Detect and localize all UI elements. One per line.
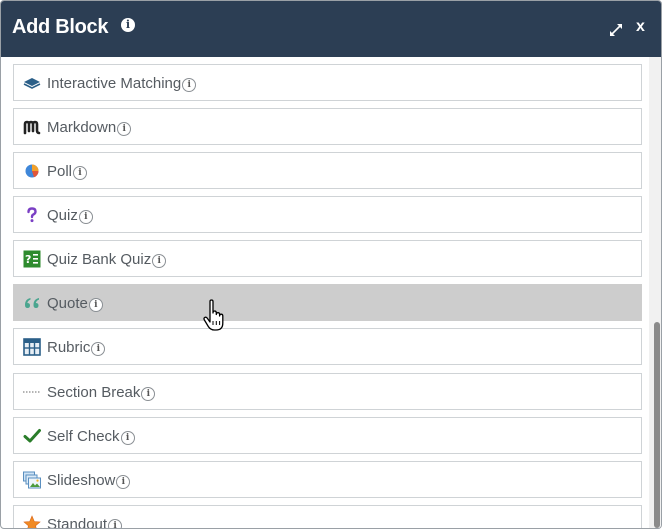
info-icon[interactable]: i	[120, 431, 135, 445]
dialog-title: Add Block	[12, 16, 109, 38]
dotted-line-icon	[23, 383, 41, 401]
pie-chart-icon	[23, 162, 41, 180]
quiz-bank-icon: ?	[23, 250, 41, 268]
info-icon[interactable]: i	[73, 166, 88, 180]
quote-marks-icon	[23, 294, 41, 312]
block-item-poll[interactable]: Poll i	[13, 152, 642, 189]
info-icon[interactable]: i	[91, 342, 106, 356]
block-label: Poll	[47, 163, 73, 180]
add-block-dialog: Add Block i x Interactive Matching i Mar…	[0, 0, 662, 529]
title-info-icon[interactable]: i	[121, 18, 135, 32]
block-item-standout[interactable]: Standout i	[13, 505, 642, 528]
svg-text:?: ?	[25, 253, 31, 266]
block-item-slideshow[interactable]: Slideshow i	[13, 461, 642, 498]
info-icon[interactable]: i	[152, 254, 167, 268]
star-icon	[23, 515, 41, 528]
block-label: Self Check	[47, 428, 120, 445]
block-label: Interactive Matching	[47, 75, 182, 92]
block-label: Rubric	[47, 339, 91, 356]
block-list: Interactive Matchingi Markdowni Polli	[1, 57, 649, 528]
block-item-quiz-bank-quiz[interactable]: ? Quiz Bank Quiz i	[13, 240, 642, 277]
block-item-quiz[interactable]: Quiz i	[13, 196, 642, 233]
checkmark-icon	[23, 427, 41, 445]
grid-table-icon	[23, 338, 41, 356]
dialog-titlebar: Add Block i x	[1, 1, 661, 57]
info-icon[interactable]: i	[117, 122, 132, 136]
block-label: Slideshow	[47, 472, 116, 489]
block-item-quote[interactable]: Quote i	[13, 284, 642, 321]
markdown-m-icon	[23, 118, 41, 136]
block-item-section-break[interactable]: Section Break i	[13, 373, 642, 410]
info-icon[interactable]: i	[182, 78, 197, 92]
block-label: Quote	[47, 295, 88, 312]
info-icon[interactable]: i	[88, 298, 103, 312]
block-item-self-check[interactable]: Self Check i	[13, 417, 642, 454]
info-icon[interactable]: i	[141, 387, 156, 401]
slideshow-icon	[23, 471, 41, 489]
block-item-rubric[interactable]: Rubric i	[13, 328, 642, 365]
info-icon[interactable]: i	[78, 210, 93, 224]
block-item-markdown[interactable]: Markdown i	[13, 108, 642, 145]
block-label: Quiz Bank Quiz	[47, 251, 152, 268]
scrollbar[interactable]	[649, 57, 661, 528]
info-icon[interactable]: i	[116, 475, 131, 489]
block-label: Markdown	[47, 119, 117, 136]
expand-icon[interactable]	[607, 21, 625, 39]
block-label: Section Break	[47, 384, 141, 401]
scrollbar-thumb[interactable]	[654, 322, 660, 528]
block-label: Quiz	[47, 207, 78, 224]
block-label: Standout	[47, 516, 108, 528]
stack-layers-icon	[23, 74, 41, 92]
info-icon[interactable]: i	[108, 519, 123, 528]
block-item-interactive-matching[interactable]: Interactive Matching i	[13, 64, 642, 101]
close-button[interactable]: x	[636, 18, 645, 36]
question-mark-icon	[23, 206, 41, 224]
